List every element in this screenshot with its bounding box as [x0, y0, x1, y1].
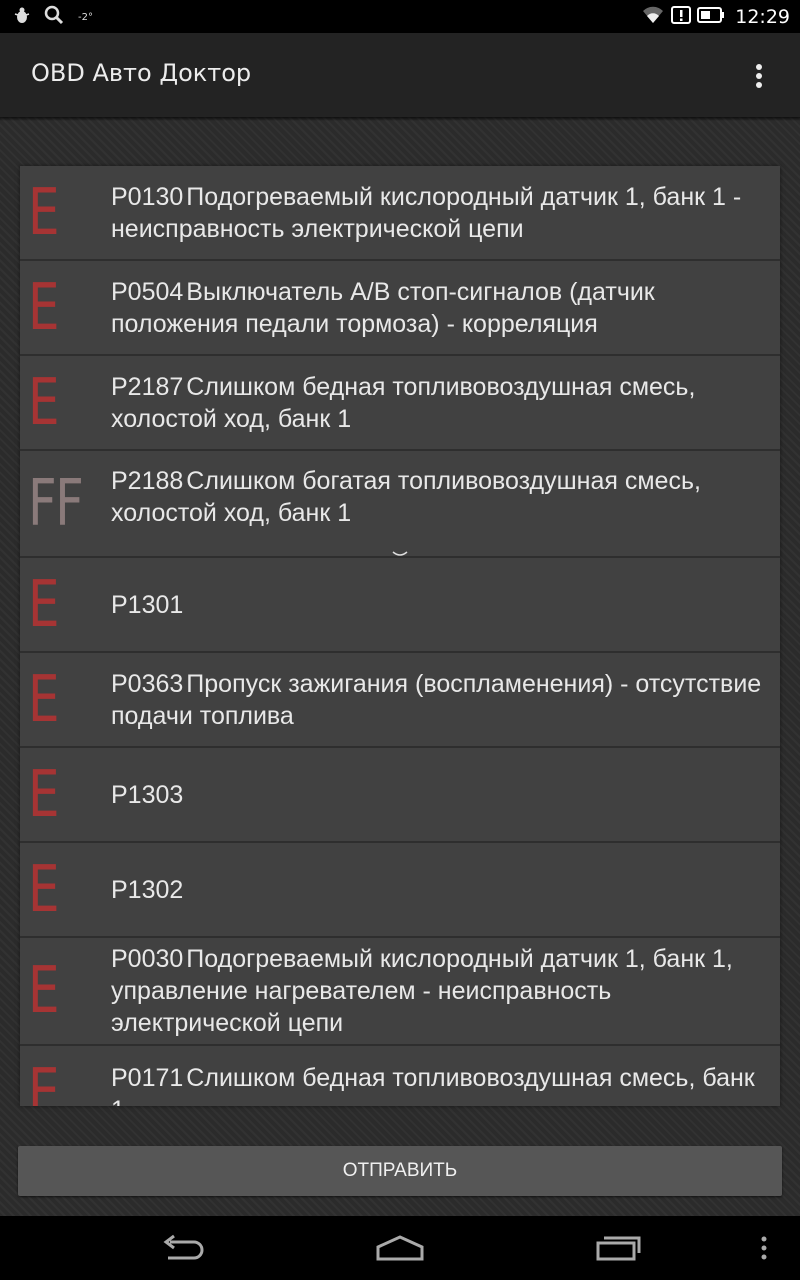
screen: -2° 12:29 OBD Авто Доктор E P0130 Подогр…	[0, 0, 800, 1280]
trouble-code: P0030	[111, 945, 184, 973]
status-indicator: E	[28, 365, 60, 440]
send-button[interactable]: ОТПРАВИТЬ	[18, 1146, 782, 1196]
list-item[interactable]: E P1301	[20, 558, 780, 653]
navigation-bar	[0, 1216, 800, 1280]
alert-icon	[671, 6, 692, 28]
status-bar: -2° 12:29	[0, 0, 800, 33]
list-item[interactable]: E P0130 Подогреваемый кислородный датчик …	[20, 166, 780, 261]
list-item[interactable]: E P0504 Выключатель A/B стоп-сигналов (да…	[20, 261, 780, 356]
list-item[interactable]: E P0363 Пропуск зажигания (воспламенения)…	[20, 653, 780, 748]
trouble-code: P0363	[111, 669, 184, 698]
action-bar: OBD Авто Доктор	[0, 33, 800, 117]
trouble-code: P0171	[111, 1064, 184, 1092]
trouble-description: Подогреваемый кислородный датчик 1, банк…	[111, 945, 733, 1037]
list-item[interactable]: E P0030 Подогреваемый кислородный датчик …	[20, 938, 780, 1046]
trouble-code: P0130	[111, 182, 184, 211]
status-indicator: E	[28, 954, 60, 1028]
status-indicator: E	[28, 757, 60, 832]
status-indicator: E	[28, 662, 60, 737]
list-item-expandable[interactable]: FF P2188 Слишком богатая топливовоздушная…	[20, 451, 780, 558]
battery-icon	[697, 6, 725, 28]
trouble-description: Выключатель A/B стоп-сигналов (датчик по…	[111, 277, 655, 338]
status-indicator: E	[28, 175, 60, 250]
back-button[interactable]	[156, 1226, 212, 1270]
menu-button[interactable]	[752, 1226, 776, 1270]
trouble-code-list[interactable]: E P0130 Подогреваемый кислородный датчик …	[20, 166, 780, 1106]
status-indicator: E	[28, 567, 60, 642]
trouble-code: P1301	[111, 590, 184, 619]
overflow-menu-icon	[761, 1236, 767, 1260]
action-bar-shadow	[0, 117, 800, 121]
list-item[interactable]: E P1303	[20, 748, 780, 843]
list-item[interactable]: E P1302	[20, 843, 780, 938]
status-indicator: E	[28, 270, 60, 345]
recent-apps-icon	[596, 1236, 641, 1261]
trouble-description: Подогреваемый кислородный датчик 1, банк…	[111, 182, 742, 243]
trouble-description: Слишком бедная топливовоздушная смесь, х…	[111, 372, 696, 433]
trouble-code: P1303	[111, 780, 184, 809]
home-button[interactable]	[372, 1226, 428, 1270]
trouble-code: P2187	[111, 372, 184, 401]
home-icon	[376, 1235, 424, 1261]
temperature-text: -2°	[78, 11, 93, 23]
trouble-code: P1302	[111, 875, 184, 904]
status-indicator: FF	[28, 466, 84, 541]
recent-apps-button[interactable]	[590, 1226, 646, 1270]
status-indicator: E	[28, 1055, 60, 1107]
overflow-menu-icon	[756, 64, 762, 88]
clock: 12:29	[735, 6, 790, 28]
wifi-icon	[641, 5, 665, 29]
search-icon	[44, 5, 64, 29]
overflow-menu-button[interactable]	[736, 53, 782, 99]
trouble-code: P0504	[111, 277, 184, 306]
list-item[interactable]: E P0171 Слишком бедная топливовоздушная с…	[20, 1046, 780, 1107]
app-title: OBD Авто Доктор	[31, 59, 252, 87]
trouble-description: Слишком богатая топливовоздушная смесь, …	[111, 466, 701, 527]
trouble-code: P2188	[111, 466, 184, 495]
status-indicator: E	[28, 852, 60, 927]
back-icon	[163, 1234, 204, 1260]
bug-icon	[14, 6, 30, 28]
list-item[interactable]: E P2187 Слишком бедная топливовоздушная с…	[20, 356, 780, 451]
trouble-description: Слишком бедная топливовоздушная смесь, б…	[111, 1064, 755, 1106]
trouble-description: Пропуск зажигания (воспламенения) - отсу…	[111, 669, 762, 730]
expand-chevron-icon[interactable]	[392, 544, 408, 556]
